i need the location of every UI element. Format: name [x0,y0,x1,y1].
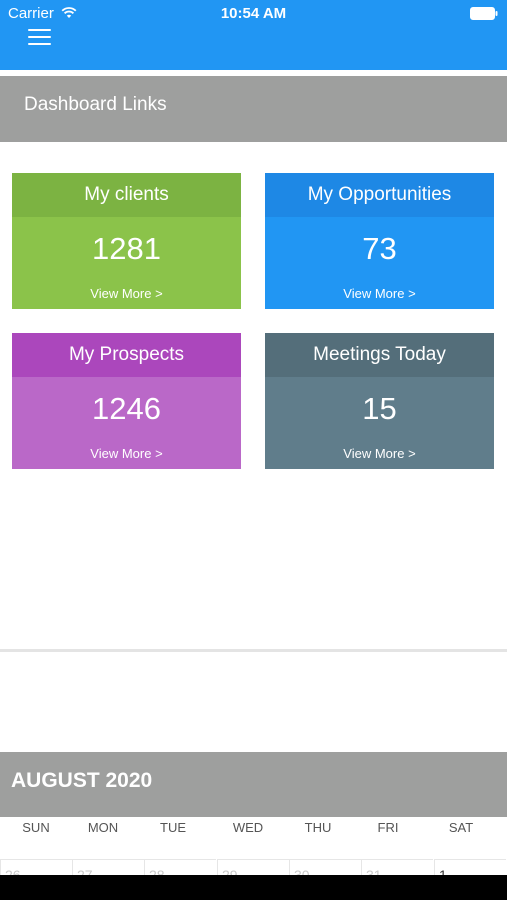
hamburger-menu-icon[interactable] [28,28,52,46]
card-count: 1246 [92,391,161,426]
calendar-header: AUGUST 2020 [0,752,507,817]
card-title: My clients [12,173,241,217]
weekday-tue: TUE [160,820,186,835]
section-title: Dashboard Links [24,94,167,115]
card-title: My Opportunities [265,173,494,217]
view-more-link[interactable]: View More > [265,286,494,301]
dashboard-links-header: Dashboard Links [0,76,507,142]
view-more-link[interactable]: View More > [12,286,241,301]
card-count: 1281 [92,231,161,266]
card-count: 73 [362,231,397,266]
weekday-fri: FRI [377,820,399,835]
card-meetings-today[interactable]: Meetings Today 15 View More > [265,333,494,469]
status-time: 10:54 AM [220,5,287,22]
card-my-prospects[interactable]: My Prospects 1246 View More > [12,333,241,469]
card-title: Meetings Today [265,333,494,377]
view-more-link[interactable]: View More > [265,446,494,461]
calendar-weekdays: SUN MON TUE WED THU FRI SAT [0,820,507,840]
card-my-opportunities[interactable]: My Opportunities 73 View More > [265,173,494,309]
section-divider [0,649,507,652]
weekday-mon: MON [87,820,119,835]
battery-icon [470,7,498,20]
weekday-thu: THU [304,820,332,835]
app-toolbar: Carrier 10:54 AM [0,0,507,70]
bottom-bar [0,875,507,900]
calendar-month-title: AUGUST 2020 [11,769,153,792]
card-count: 15 [362,391,397,426]
weekday-sun: SUN [22,820,50,835]
card-my-clients[interactable]: My clients 1281 View More > [12,173,241,309]
view-more-link[interactable]: View More > [12,446,241,461]
weekday-sat: SAT [448,820,474,835]
card-title: My Prospects [12,333,241,377]
weekday-wed: WED [232,820,264,835]
